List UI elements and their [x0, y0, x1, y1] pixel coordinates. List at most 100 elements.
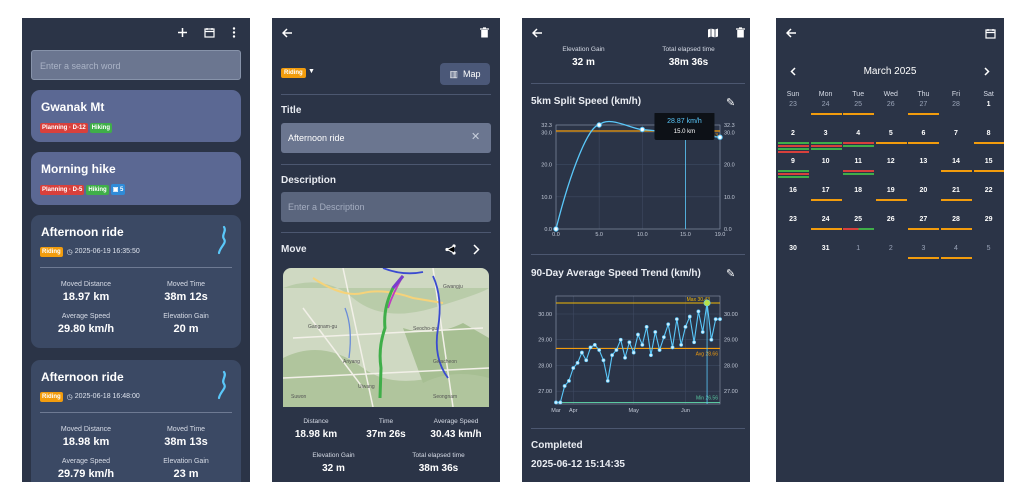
- edit-icon[interactable]: ✎: [726, 267, 735, 280]
- map-icon[interactable]: [708, 28, 718, 38]
- calendar-day[interactable]: 25: [843, 216, 873, 223]
- calendar-day[interactable]: 8: [974, 130, 1004, 137]
- calendar-day[interactable]: 15: [974, 158, 1004, 165]
- back-arrow-icon[interactable]: [532, 28, 543, 38]
- calendar-day[interactable]: 4: [941, 245, 971, 252]
- calendar-day[interactable]: 23: [778, 101, 808, 108]
- calendar-day[interactable]: 22: [974, 187, 1004, 194]
- next-month-icon[interactable]: [984, 67, 990, 76]
- calendar-day[interactable]: 7: [941, 130, 971, 137]
- activity-bar: [778, 147, 809, 150]
- y-tick-label-right: 29.00: [724, 338, 738, 344]
- description-field[interactable]: Enter a Description: [281, 192, 491, 222]
- activity-detail-screen: Riding ▼ ▥ Map Title Afternoon ride ✕ Desc…: [272, 18, 500, 482]
- back-arrow-icon[interactable]: [282, 28, 293, 38]
- activity-bar: [908, 141, 940, 144]
- data-point: [639, 126, 646, 133]
- calendar-day[interactable]: 19: [876, 187, 906, 194]
- data-point: [687, 314, 692, 319]
- activity-bar: [810, 113, 842, 115]
- calendar-day[interactable]: 6: [908, 130, 938, 137]
- calendar-day[interactable]: 27: [908, 216, 938, 223]
- calendar-day[interactable]: 9: [778, 158, 808, 165]
- data-point: [661, 335, 666, 340]
- activity-bar: [778, 170, 809, 173]
- calendar-day[interactable]: 26: [876, 216, 906, 223]
- map-button-label: Map: [463, 69, 481, 79]
- add-icon[interactable]: [177, 27, 188, 38]
- back-arrow-icon[interactable]: [786, 28, 797, 38]
- data-point: [627, 340, 632, 345]
- planned-card[interactable]: Gwanak Mt Planning · D-12 Hiking: [31, 90, 241, 142]
- calendar-day[interactable]: 2: [778, 130, 808, 137]
- calendar-day[interactable]: 1: [974, 101, 1004, 108]
- map-icon: ▥: [449, 68, 458, 79]
- calendar-day[interactable]: 24: [811, 101, 841, 108]
- calendar-day[interactable]: 5: [974, 245, 1004, 252]
- chart2-title: 90-Day Average Speed Trend (km/h): [531, 268, 701, 279]
- calendar-day[interactable]: 18: [843, 187, 873, 194]
- calendar-day[interactable]: 20: [908, 187, 938, 194]
- chevron-down-icon: ▼: [308, 68, 315, 75]
- card-title: Gwanak Mt: [41, 100, 105, 114]
- search-input[interactable]: Enter a search word: [31, 50, 241, 80]
- map-button[interactable]: ▥ Map: [440, 63, 490, 85]
- calendar-day[interactable]: 2: [876, 245, 906, 252]
- calendar-day[interactable]: 3: [908, 245, 938, 252]
- calendar-day[interactable]: 28: [941, 216, 971, 223]
- record-card[interactable]: Afternoon ride Riding ◷ 2025-06-18 16:48:0…: [31, 360, 241, 482]
- stat-total-elapsed: Total elapsed time 38m 36s: [662, 46, 715, 68]
- share-icon[interactable]: [445, 244, 456, 255]
- calendar-day[interactable]: 16: [778, 187, 808, 194]
- calendar-day[interactable]: 11: [843, 158, 873, 165]
- edit-icon[interactable]: ✎: [726, 96, 735, 109]
- map-place-label: Gwangju: [443, 284, 463, 290]
- calendar-icon[interactable]: [204, 27, 215, 38]
- y-tick-label: 20.0: [541, 163, 552, 169]
- data-point: [575, 360, 580, 365]
- calendar-day[interactable]: 17: [811, 187, 841, 194]
- more-icon[interactable]: [232, 27, 236, 38]
- calendar-day[interactable]: 24: [811, 216, 841, 223]
- delete-icon[interactable]: [480, 27, 489, 38]
- calendar-day[interactable]: 21: [941, 187, 971, 194]
- calendar-day[interactable]: 13: [908, 158, 938, 165]
- calendar-day[interactable]: 1: [843, 245, 873, 252]
- calendar-day[interactable]: 28: [941, 101, 971, 108]
- hiking-tag: Hiking: [86, 184, 109, 195]
- clear-icon[interactable]: ✕: [471, 130, 480, 143]
- divider: [531, 254, 745, 255]
- record-card[interactable]: Afternoon ride Riding ◷ 2025-06-19 16:35:5…: [31, 215, 241, 348]
- title-field[interactable]: Afternoon ride: [281, 123, 491, 153]
- data-point: [644, 324, 649, 329]
- data-point: [717, 134, 723, 140]
- route-map[interactable]: Gangnam-gu Seocho-gu Anyang Gwacheon Uiw…: [283, 268, 489, 407]
- calendar-day[interactable]: 25: [843, 101, 873, 108]
- divider: [531, 83, 745, 84]
- calendar-day[interactable]: 23: [778, 216, 808, 223]
- calendar-day[interactable]: 27: [908, 101, 938, 108]
- calendar-day[interactable]: 4: [843, 130, 873, 137]
- delete-icon[interactable]: [736, 27, 745, 38]
- chevron-right-icon[interactable]: [473, 244, 480, 255]
- activity-bar: [875, 141, 907, 144]
- calendar-day[interactable]: 3: [811, 130, 841, 137]
- calendar-day[interactable]: 14: [941, 158, 971, 165]
- data-point: [618, 337, 623, 342]
- stat-average-speed: Average Speed 30.43 km/h: [430, 418, 482, 440]
- calendar-day[interactable]: 26: [876, 101, 906, 108]
- data-point: [670, 345, 675, 350]
- activity-bar: [778, 141, 809, 144]
- riding-tag: Riding: [40, 246, 63, 257]
- calendar-day[interactable]: 12: [876, 158, 906, 165]
- calendar-day[interactable]: 30: [778, 245, 808, 252]
- route-thumbnail-icon: [217, 225, 226, 255]
- calendar-day[interactable]: 5: [876, 130, 906, 137]
- planned-card[interactable]: Morning hike Planning · D-5 Hiking ▣ 5: [31, 152, 241, 205]
- calendar-day[interactable]: 29: [974, 216, 1004, 223]
- y-tick-label-right: 28.00: [724, 363, 738, 369]
- data-point: [579, 350, 584, 355]
- calendar-day[interactable]: 31: [811, 245, 841, 252]
- calendar-icon[interactable]: [985, 28, 996, 39]
- calendar-day[interactable]: 10: [811, 158, 841, 165]
